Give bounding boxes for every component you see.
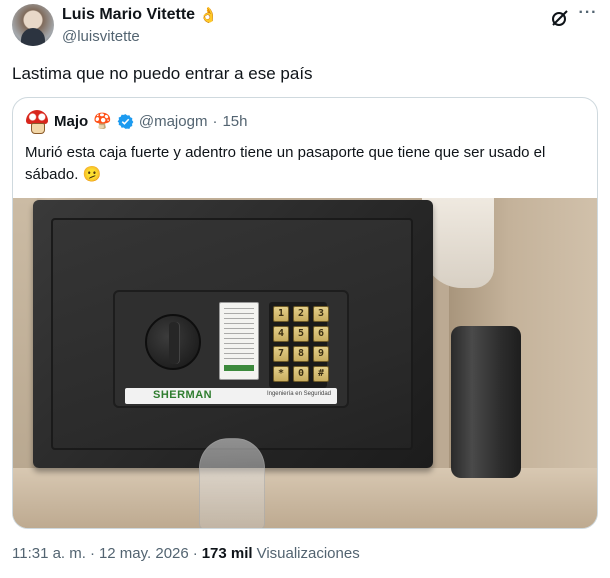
- more-options-icon[interactable]: ···: [578, 5, 598, 26]
- tweet-time[interactable]: 11:31 a. m.: [12, 545, 86, 562]
- grok-icon[interactable]: [550, 8, 570, 28]
- separator-dot: ·: [89, 545, 95, 562]
- verified-badge-icon: [117, 113, 134, 129]
- keypad-key: 9: [313, 346, 329, 362]
- keypad-key: 5: [293, 326, 309, 342]
- keypad-key: 7: [273, 346, 289, 362]
- keypad-key: *: [273, 366, 289, 382]
- mushroom-emoji: 🍄: [93, 112, 112, 130]
- label-text-lines: [224, 308, 254, 360]
- keypad-key: 2: [293, 306, 309, 322]
- tweet-header: Luis Mario Vitette 👌 @luisvitette ···: [12, 4, 598, 50]
- quoted-tweet-header: Majo 🍄 @majogm · 15h: [25, 109, 247, 134]
- black-cylinder-object: [451, 326, 521, 478]
- tweet-meta: 11:31 a. m. · 12 may. 2026 · 173 mil Vis…: [12, 545, 360, 562]
- views-label[interactable]: Visualizaciones: [257, 545, 360, 562]
- plastic-bag: [199, 438, 265, 528]
- keypad-key: 3: [313, 306, 329, 322]
- safe-control-panel: 1 2 3 4 5 6 7 8 9 * 0 # SHERMAN Ingenier…: [113, 290, 349, 408]
- keypad-key: 0: [293, 366, 309, 382]
- safe-box: 1 2 3 4 5 6 7 8 9 * 0 # SHERMAN Ingenier…: [33, 200, 433, 468]
- author-handle[interactable]: @luisvitette: [62, 28, 140, 45]
- brand-tagline: Ingeniería en Seguridad: [266, 391, 331, 397]
- quoted-tweet-card[interactable]: Majo 🍄 @majogm · 15h Murió esta caja fue…: [12, 97, 598, 529]
- keypad-key: 1: [273, 306, 289, 322]
- separator-dot: ·: [192, 545, 198, 562]
- separator-dot: ·: [212, 112, 218, 130]
- brand-strip: SHERMAN Ingeniería en Seguridad: [125, 388, 337, 404]
- tweet-text: Lastima que no puedo entrar a ese país: [12, 64, 313, 83]
- author-avatar[interactable]: [12, 4, 54, 46]
- ok-hand-emoji: 👌: [199, 6, 218, 24]
- keypad-key: 4: [273, 326, 289, 342]
- quoted-tweet-time[interactable]: 15h: [222, 113, 247, 130]
- keypad-key: 8: [293, 346, 309, 362]
- views-count[interactable]: 173 mil: [202, 545, 253, 562]
- safe-instruction-label: [219, 302, 259, 380]
- brand-name: SHERMAN: [153, 389, 213, 401]
- author-name-row: Luis Mario Vitette 👌: [62, 6, 218, 24]
- quoted-tweet-text: Murió esta caja fuerte y adentro tiene u…: [25, 144, 546, 183]
- keypad-key: 6: [313, 326, 329, 342]
- safe-door: 1 2 3 4 5 6 7 8 9 * 0 # SHERMAN Ingenier…: [51, 218, 413, 450]
- quoted-author-avatar[interactable]: [25, 109, 49, 134]
- author-display-name[interactable]: Luis Mario Vitette: [62, 6, 195, 24]
- keypad-key: #: [313, 366, 329, 382]
- quoted-author-name[interactable]: Majo: [54, 113, 88, 130]
- safe-keypad: 1 2 3 4 5 6 7 8 9 * 0 #: [269, 302, 329, 388]
- safe-photo[interactable]: 1 2 3 4 5 6 7 8 9 * 0 # SHERMAN Ingenier…: [13, 198, 597, 528]
- safe-knob: [145, 314, 201, 370]
- tweet-date[interactable]: 12 may. 2026: [99, 545, 189, 562]
- quoted-author-handle[interactable]: @majogm: [139, 113, 208, 130]
